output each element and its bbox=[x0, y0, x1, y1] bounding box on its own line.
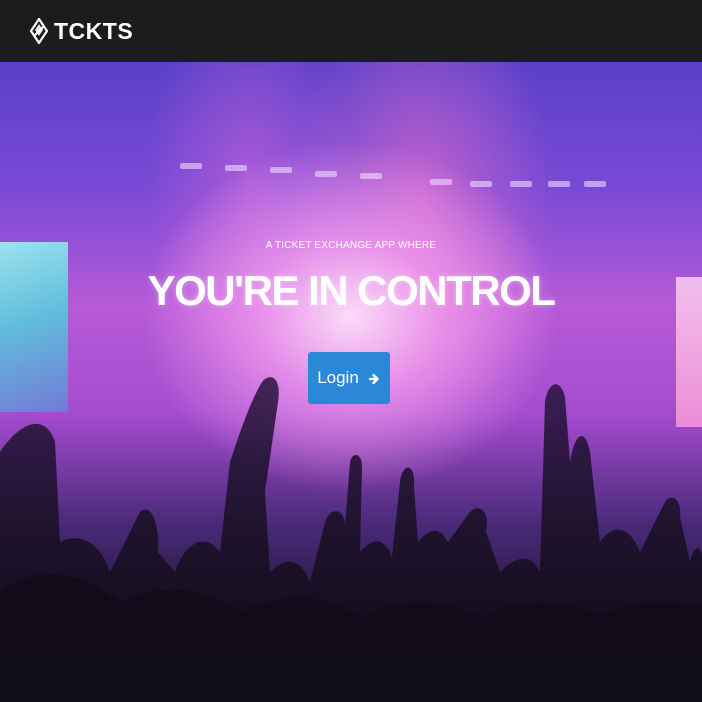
ticket-diamond-icon bbox=[29, 17, 49, 45]
navbar: TCKTS bbox=[0, 0, 702, 62]
arrow-circle-right-icon bbox=[367, 371, 381, 385]
hero-section: A TICKET EXCHANGE APP WHERE YOU'RE IN CO… bbox=[0, 62, 702, 702]
hero-tagline: A TICKET EXCHANGE APP WHERE bbox=[265, 240, 437, 251]
background-stage-lights bbox=[170, 157, 610, 197]
login-button[interactable]: Login bbox=[308, 352, 390, 404]
brand-name: TCKTS bbox=[54, 17, 134, 44]
brand-link[interactable]: TCKTS bbox=[29, 17, 134, 45]
hero-headline: YOU'RE IN CONTROL bbox=[147, 267, 556, 314]
login-button-label: Login bbox=[317, 368, 359, 387]
